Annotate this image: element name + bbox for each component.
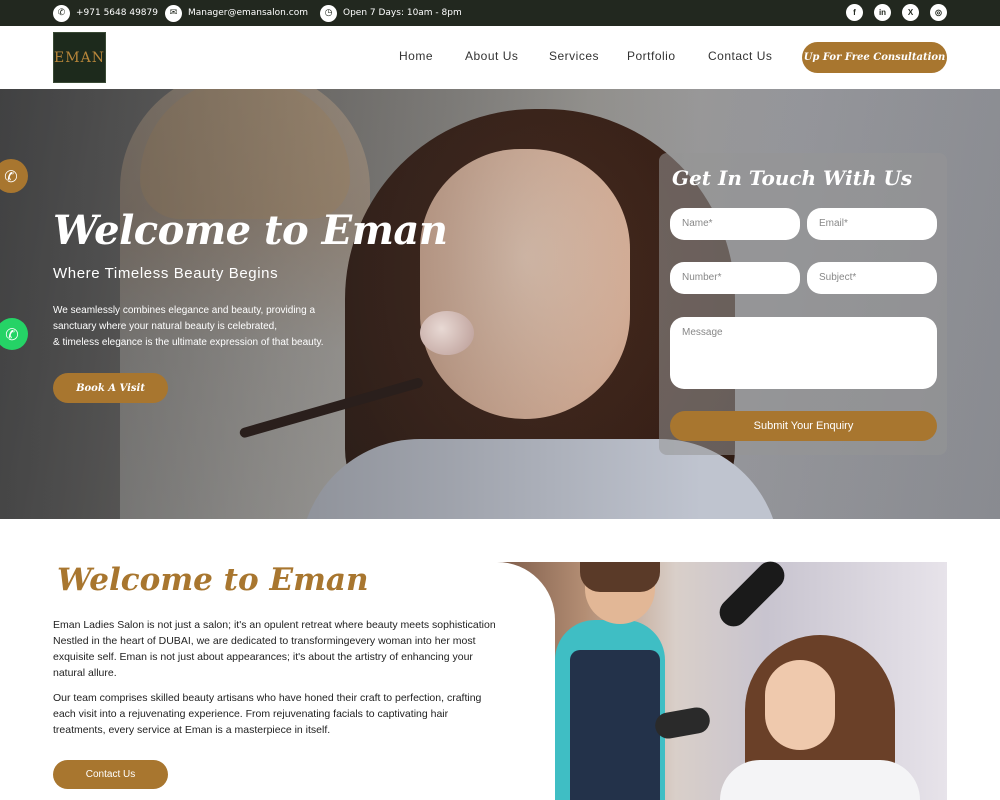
topbar-phone[interactable]: ✆ +971 5648 49879 (53, 4, 158, 22)
submit-enquiry-button[interactable]: Submit Your Enquiry (670, 411, 937, 441)
contact-us-button[interactable]: Contact Us (53, 760, 168, 789)
hero-description-line: & timeless elegance is the ultimate expr… (53, 337, 324, 348)
mail-icon: ✉ (165, 4, 182, 22)
topbar-hours-text: Open 7 Days: 10am - 8pm (343, 8, 462, 18)
site-header: EMAN Home About Us Services Portfolio Co… (0, 26, 1000, 89)
about-image-client-cape (720, 760, 920, 800)
linkedin-icon[interactable]: in (874, 4, 891, 21)
topbar-email[interactable]: ✉ Manager@emansalon.com (165, 4, 308, 22)
nav-services[interactable]: Services (549, 49, 599, 63)
hero-title: Welcome to Eman (53, 207, 448, 254)
about-image-curve (495, 562, 555, 800)
email-field[interactable]: Email* (807, 208, 937, 240)
hero-description-line: sanctuary where your natural beauty is c… (53, 321, 278, 332)
about-image-apron (570, 650, 660, 800)
logo[interactable]: EMAN (53, 32, 106, 83)
free-consultation-button[interactable]: Up For Free Consultation (802, 42, 947, 73)
enquiry-form (659, 153, 947, 455)
whatsapp-icon: ✆ (5, 324, 19, 344)
phone-icon: ✆ (53, 4, 70, 22)
nav-contact-us[interactable]: Contact Us (708, 49, 772, 63)
subject-field[interactable]: Subject* (807, 262, 937, 294)
about-image-client-face (765, 660, 835, 750)
about-paragraph-1: Eman Ladies Salon is not just a salon; i… (53, 619, 499, 679)
nav-about-us[interactable]: About Us (465, 49, 518, 63)
top-info-bar: ✆ +971 5648 49879 ✉ Manager@emansalon.co… (0, 0, 1000, 26)
hero-description-line: We seamlessly combines elegance and beau… (53, 305, 316, 316)
name-field[interactable]: Name* (670, 208, 800, 240)
number-field[interactable]: Number* (670, 262, 800, 294)
facebook-icon[interactable]: f (846, 4, 863, 21)
about-image-stylist-hair (580, 562, 660, 592)
instagram-icon[interactable]: ◎ (930, 4, 947, 21)
nav-home[interactable]: Home (399, 49, 433, 63)
x-icon[interactable]: X (902, 4, 919, 21)
topbar-phone-text: +971 5648 49879 (76, 8, 158, 18)
makeup-brush-head-image (420, 311, 474, 355)
nav-portfolio[interactable]: Portfolio (627, 49, 676, 63)
message-field[interactable]: Message (670, 317, 937, 389)
about-paragraph-2: Our team comprises skilled beauty artisa… (53, 692, 482, 736)
phone-icon: ✆ (4, 166, 18, 186)
form-title: Get In Touch With Us (672, 166, 913, 190)
topbar-hours: ◷ Open 7 Days: 10am - 8pm (320, 4, 462, 22)
clock-icon: ◷ (320, 4, 337, 22)
hero-description: We seamlessly combines elegance and beau… (53, 303, 373, 351)
book-visit-button[interactable]: Book A Visit (53, 373, 168, 403)
topbar-email-text: Manager@emansalon.com (188, 8, 308, 18)
about-title: Welcome to Eman (57, 562, 369, 598)
hero-subtitle: Where Timeless Beauty Begins (53, 265, 279, 282)
